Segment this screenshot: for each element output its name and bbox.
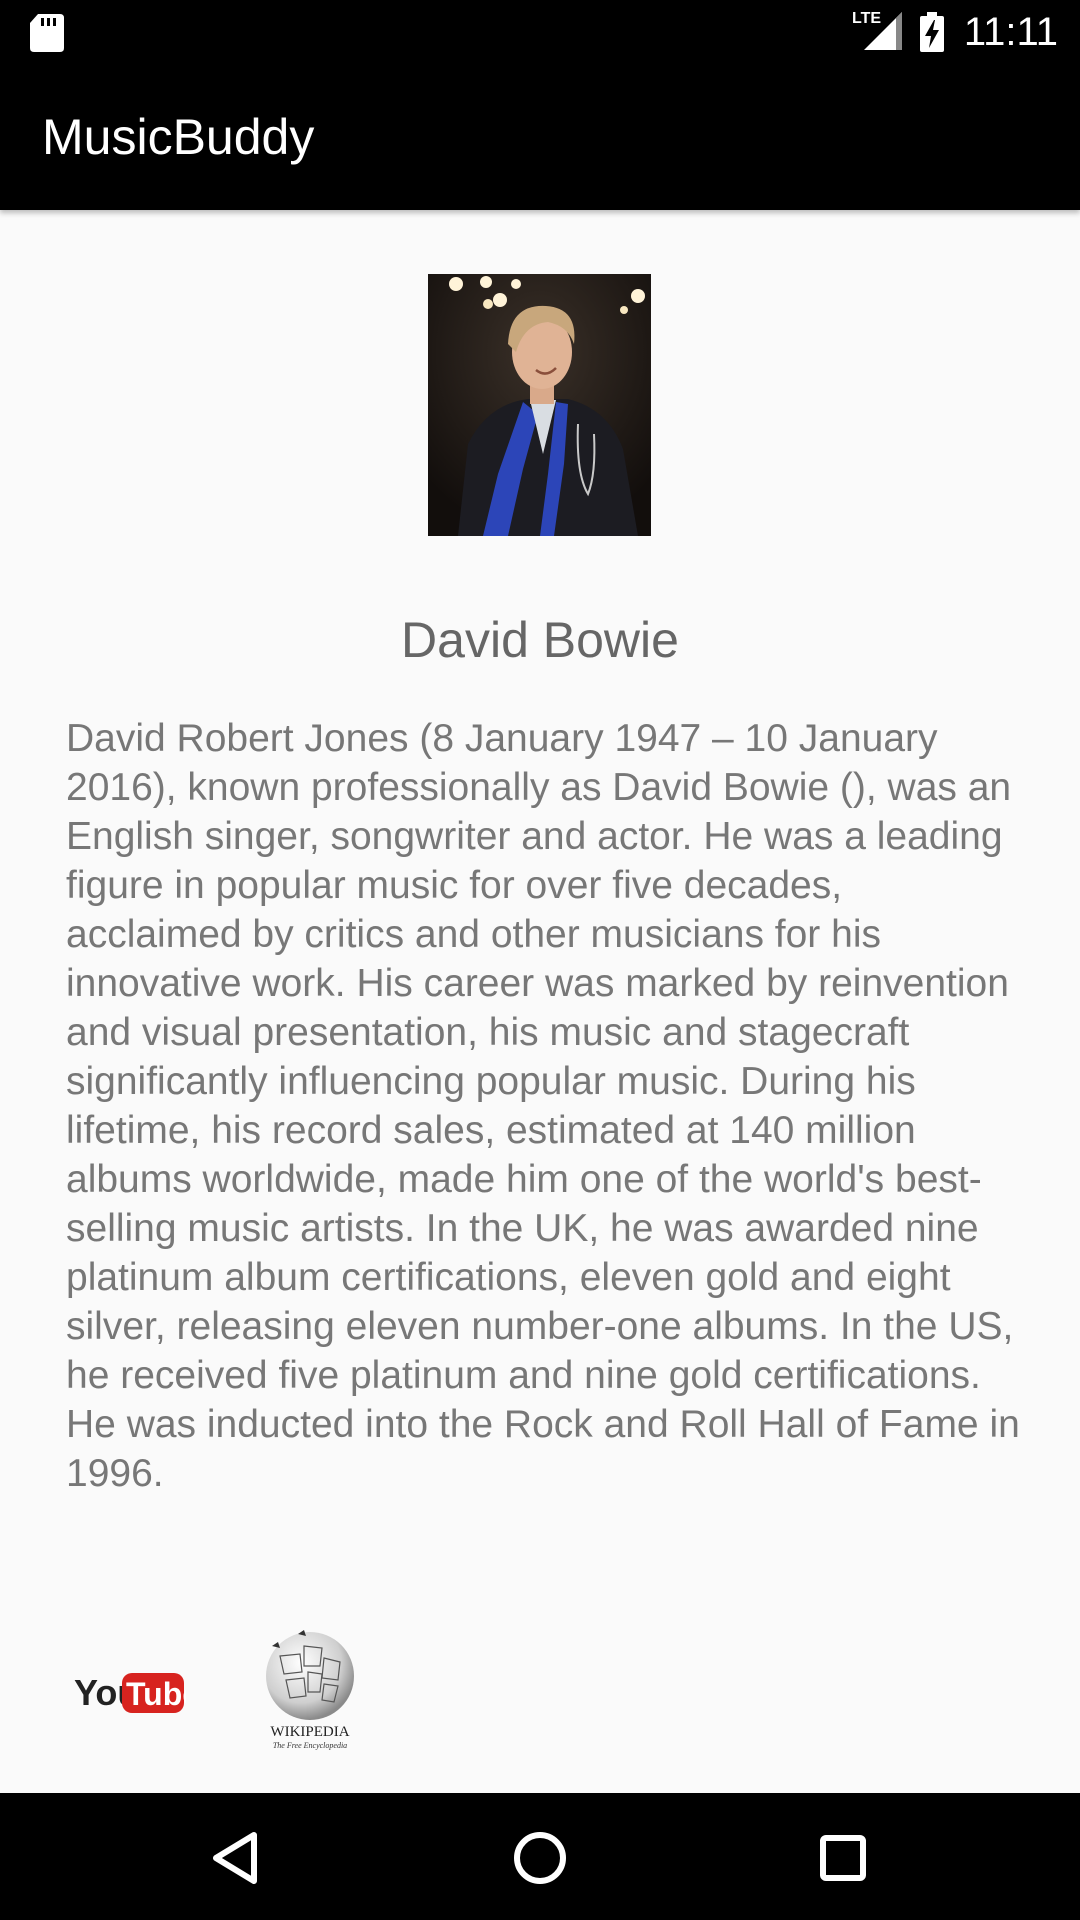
artist-name: David Bowie — [401, 612, 679, 668]
wikipedia-button[interactable]: WIKIPEDIA The Free Encyclopedia — [260, 1626, 360, 1750]
wikipedia-globe — [266, 1632, 354, 1720]
youtube-logo-icon: You Tube — [74, 1672, 200, 1713]
status-bar: LTE 11:11 — [0, 0, 1080, 63]
network-type: LTE — [852, 10, 882, 27]
sd-card-icon — [30, 14, 64, 52]
wikipedia-wordmark: WIKIPEDIA — [270, 1724, 349, 1740]
navigation-bar — [0, 1793, 1080, 1920]
app-bar: MusicBuddy — [0, 63, 1080, 210]
wikipedia-logo-icon: WIKIPEDIA The Free Encyclopedia — [266, 1630, 354, 1750]
wikipedia-tagline: The Free Encyclopedia — [273, 1741, 347, 1750]
back-icon[interactable] — [200, 1823, 270, 1893]
youtube-button[interactable]: You Tube — [72, 1657, 200, 1727]
artist-bio: David Robert Jones (8 January 1947 – 10 … — [66, 717, 1020, 1495]
status-clock: 11:11 — [963, 10, 1058, 54]
app-title: MusicBuddy — [42, 109, 315, 165]
artist-photo — [428, 274, 651, 536]
youtube-logo-tube: Tube — [126, 1676, 186, 1712]
home-icon[interactable] — [505, 1823, 575, 1893]
recents-icon[interactable] — [808, 1823, 878, 1893]
battery-charging-icon — [920, 12, 944, 52]
artist-photo-image — [428, 274, 651, 536]
artist-detail: David Bowie David Robert Jones (8 Januar… — [0, 210, 1080, 1793]
